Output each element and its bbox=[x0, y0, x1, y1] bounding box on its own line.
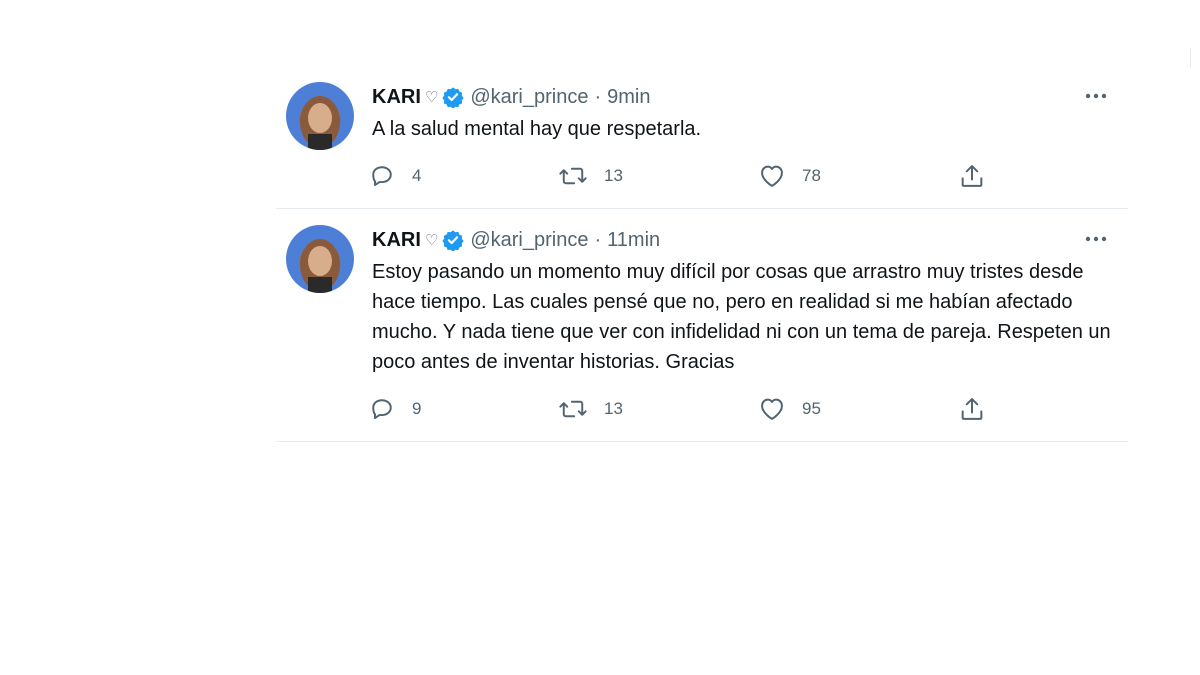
reply-button[interactable]: 9 bbox=[368, 395, 558, 423]
edge-divider bbox=[1190, 48, 1191, 68]
like-count: 95 bbox=[802, 399, 821, 418]
more-horizontal-icon[interactable] bbox=[1082, 227, 1110, 251]
avatar-portrait bbox=[300, 239, 340, 293]
more-horizontal-icon[interactable] bbox=[1082, 84, 1110, 108]
timestamp[interactable]: 11min bbox=[607, 229, 660, 252]
display-name[interactable]: KARI bbox=[372, 86, 421, 109]
avatar-portrait bbox=[300, 96, 340, 150]
user-handle[interactable]: @kari_prince bbox=[470, 86, 588, 109]
share-icon bbox=[961, 165, 983, 187]
like-button[interactable]: 95 bbox=[758, 395, 958, 423]
retweet-button[interactable]: 13 bbox=[558, 395, 758, 423]
reply-icon bbox=[372, 166, 392, 187]
heart-icon bbox=[761, 165, 783, 187]
tweet-text: A la salud mental hay que respetarla. bbox=[372, 118, 702, 140]
reply-count: 4 bbox=[412, 166, 422, 185]
tweet[interactable]: KARI ♡ @kari_prince · 11min Estoy pasand… bbox=[276, 209, 1128, 442]
share-icon bbox=[961, 398, 983, 420]
share-button[interactable] bbox=[958, 162, 986, 190]
tweet-feed: KARI ♡ @kari_prince · 9min A la salud me… bbox=[276, 66, 1128, 442]
separator-dot: · bbox=[594, 85, 602, 108]
tweet[interactable]: KARI ♡ @kari_prince · 9min A la salud me… bbox=[276, 66, 1128, 209]
tweet-actions: 4 13 78 bbox=[368, 158, 1128, 194]
retweet-button[interactable]: 13 bbox=[558, 162, 758, 190]
verified-badge-icon bbox=[442, 86, 464, 108]
like-button[interactable]: 78 bbox=[758, 162, 958, 190]
display-name[interactable]: KARI bbox=[372, 229, 421, 252]
user-handle[interactable]: @kari_prince bbox=[470, 229, 588, 252]
avatar[interactable] bbox=[286, 82, 354, 150]
reply-icon bbox=[372, 399, 392, 420]
retweet-icon bbox=[559, 400, 587, 418]
name-heart-emoji: ♡ bbox=[424, 232, 439, 249]
share-button[interactable] bbox=[958, 395, 986, 423]
reply-count: 9 bbox=[412, 399, 422, 418]
retweet-count: 13 bbox=[604, 166, 623, 185]
separator-dot: · bbox=[594, 228, 602, 251]
verified-badge-icon bbox=[442, 229, 464, 251]
heart-icon bbox=[761, 398, 783, 420]
tweet-text: Estoy pasando un momento muy difícil por… bbox=[372, 261, 1111, 373]
retweet-count: 13 bbox=[604, 399, 623, 418]
timestamp[interactable]: 9min bbox=[607, 86, 650, 109]
tweet-header: KARI ♡ @kari_prince · 9min bbox=[372, 82, 1128, 112]
like-count: 78 bbox=[802, 166, 821, 185]
name-heart-emoji: ♡ bbox=[424, 89, 439, 106]
avatar[interactable] bbox=[286, 225, 354, 293]
reply-button[interactable]: 4 bbox=[368, 162, 558, 190]
tweet-header: KARI ♡ @kari_prince · 11min bbox=[372, 225, 1128, 255]
tweet-actions: 9 13 95 bbox=[368, 391, 1128, 427]
retweet-icon bbox=[559, 167, 587, 185]
